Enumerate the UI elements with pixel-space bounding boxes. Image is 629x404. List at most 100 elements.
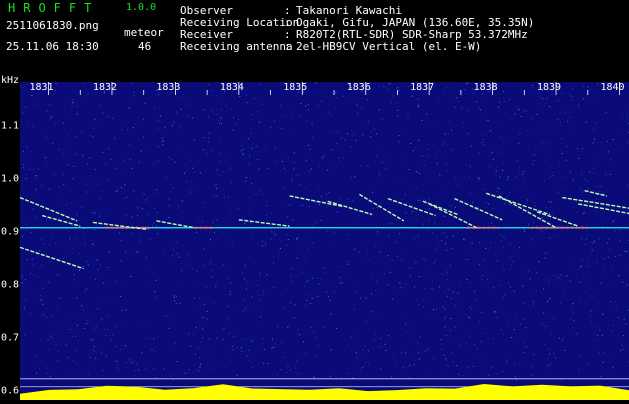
- noise-speck: [613, 325, 614, 326]
- noise-speck: [550, 215, 551, 216]
- noise-speck: [458, 185, 459, 186]
- noise-speck: [146, 199, 147, 200]
- noise-speck: [531, 118, 532, 119]
- noise-speck: [216, 184, 217, 185]
- noise-speck: [88, 372, 89, 373]
- noise-speck: [346, 204, 347, 205]
- noise-speck: [305, 258, 306, 259]
- noise-speck: [601, 376, 602, 377]
- noise-speck: [153, 222, 154, 223]
- noise-speck: [262, 241, 263, 242]
- noise-speck: [102, 152, 103, 153]
- noise-speck: [590, 288, 591, 289]
- noise-speck: [498, 107, 499, 108]
- noise-speck: [153, 339, 154, 340]
- noise-speck: [468, 259, 469, 260]
- noise-speck: [424, 169, 425, 170]
- noise-speck: [70, 239, 71, 240]
- noise-speck: [533, 354, 534, 355]
- noise-speck: [118, 370, 119, 371]
- noise-speck: [599, 353, 600, 354]
- noise-speck: [253, 339, 254, 340]
- noise-speck: [410, 268, 411, 269]
- noise-speck: [616, 239, 617, 240]
- noise-speck: [142, 208, 143, 209]
- x-tick-label: 1834: [220, 82, 244, 93]
- noise-speck: [263, 363, 264, 364]
- noise-speck: [396, 362, 397, 363]
- noise-speck: [519, 364, 520, 365]
- noise-speck: [453, 362, 454, 363]
- noise-speck: [233, 336, 234, 337]
- noise-speck: [70, 329, 71, 330]
- noise-speck: [533, 302, 534, 303]
- noise-speck: [230, 168, 231, 169]
- noise-speck: [382, 119, 383, 120]
- noise-speck: [286, 372, 287, 373]
- noise-speck: [447, 296, 448, 297]
- noise-speck: [357, 358, 358, 359]
- noise-speck: [586, 122, 587, 123]
- noise-speck: [163, 141, 164, 142]
- noise-speck: [534, 160, 535, 161]
- noise-speck: [424, 289, 425, 290]
- noise-speck: [304, 286, 305, 287]
- noise-speck: [312, 125, 313, 126]
- noise-speck: [107, 116, 108, 117]
- noise-speck: [415, 262, 416, 263]
- noise-speck: [247, 102, 248, 103]
- noise-speck: [562, 92, 563, 93]
- noise-speck: [214, 232, 215, 233]
- noise-speck: [174, 297, 175, 298]
- noise-speck: [463, 239, 464, 240]
- noise-speck: [473, 366, 474, 367]
- noise-speck: [162, 138, 163, 139]
- noise-speck: [238, 309, 239, 310]
- noise-speck: [81, 207, 82, 208]
- noise-speck: [92, 244, 93, 245]
- noise-speck: [460, 285, 461, 286]
- noise-speck: [497, 260, 498, 261]
- noise-speck: [572, 264, 573, 265]
- noise-speck: [228, 197, 229, 198]
- noise-speck: [266, 201, 267, 202]
- noise-speck: [597, 84, 598, 85]
- noise-speck: [546, 207, 547, 208]
- noise-speck: [262, 245, 263, 246]
- noise-speck: [273, 263, 274, 264]
- noise-speck: [500, 285, 501, 286]
- noise-speck: [25, 300, 26, 301]
- noise-speck: [215, 286, 216, 287]
- noise-speck: [545, 344, 546, 345]
- noise-speck: [100, 105, 101, 106]
- noise-speck: [170, 191, 171, 192]
- noise-speck: [524, 110, 525, 111]
- noise-speck: [597, 335, 598, 336]
- noise-speck: [399, 233, 400, 234]
- noise-speck: [217, 169, 218, 170]
- noise-speck: [219, 140, 220, 141]
- noise-speck: [173, 124, 174, 125]
- noise-speck: [533, 222, 534, 223]
- noise-speck: [564, 293, 565, 294]
- noise-speck: [491, 367, 492, 368]
- noise-speck: [402, 367, 403, 368]
- noise-speck: [397, 116, 398, 117]
- noise-speck: [58, 361, 59, 362]
- noise-speck: [69, 118, 70, 119]
- noise-speck: [95, 212, 96, 213]
- noise-speck: [280, 369, 281, 370]
- noise-speck: [623, 349, 624, 350]
- noise-speck: [481, 98, 482, 99]
- noise-speck: [593, 142, 594, 143]
- noise-speck: [511, 119, 512, 120]
- noise-speck: [348, 234, 349, 235]
- noise-speck: [596, 93, 597, 94]
- noise-speck: [137, 215, 138, 216]
- noise-speck: [627, 116, 628, 117]
- noise-speck: [578, 105, 579, 106]
- noise-speck: [148, 364, 149, 365]
- noise-speck: [73, 360, 74, 361]
- noise-speck: [114, 138, 115, 139]
- noise-speck: [418, 105, 419, 106]
